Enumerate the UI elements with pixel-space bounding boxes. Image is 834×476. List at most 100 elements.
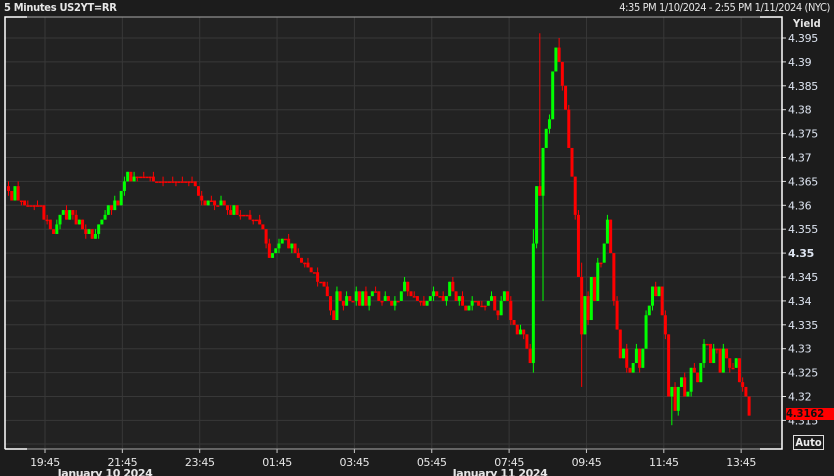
candle-up <box>702 343 706 364</box>
candle-up <box>531 243 535 364</box>
y-tick-label: 4.33 <box>788 343 812 356</box>
candle-down <box>515 324 519 335</box>
candle-down <box>242 214 246 217</box>
candle-down <box>10 190 14 201</box>
candle-down <box>35 205 39 207</box>
x-tick-label: 05:45 <box>417 456 447 469</box>
candle-down <box>84 229 88 234</box>
candle-down <box>625 348 629 368</box>
y-tick-label: 4.335 <box>788 319 818 332</box>
candle-down <box>412 296 416 298</box>
candle-down <box>512 320 516 325</box>
y-axis-label: Yield <box>793 17 821 30</box>
candle-down <box>731 367 735 370</box>
candle-up <box>345 296 349 306</box>
candle-down <box>506 291 510 301</box>
x-tick-label: 19:45 <box>30 456 60 469</box>
candle-down <box>718 348 722 373</box>
candle-up <box>554 47 558 72</box>
candle-down <box>216 205 220 207</box>
y-tick-label: 4.35 <box>788 247 814 260</box>
candle-down <box>570 147 574 177</box>
candle-down <box>573 176 577 215</box>
candle-down <box>496 310 500 316</box>
candle-down <box>728 358 732 368</box>
candle-down <box>683 377 687 397</box>
candle-down <box>741 382 745 387</box>
candle-down <box>180 181 184 183</box>
auto-scale-button[interactable]: Auto <box>793 435 824 450</box>
candle-down <box>312 272 316 274</box>
x-tick-label: 09:45 <box>572 456 602 469</box>
candle-down <box>705 343 709 346</box>
candle-down <box>74 214 78 225</box>
candle-up <box>274 248 278 254</box>
candle-down <box>477 300 481 306</box>
candle-up <box>103 214 107 220</box>
candle-down <box>593 277 597 301</box>
candle-down <box>319 281 323 284</box>
candle-down <box>139 176 143 179</box>
candle-down <box>673 386 677 411</box>
candle-down <box>225 205 229 211</box>
candle-down <box>142 176 146 179</box>
candle-down <box>158 181 162 183</box>
candle-up <box>93 233 97 239</box>
candle-down <box>200 195 204 201</box>
candle-down <box>464 305 468 311</box>
candle-down <box>351 300 355 303</box>
candle-up <box>541 147 545 196</box>
candle-up <box>644 315 648 349</box>
candle-up <box>547 119 551 129</box>
candle-down <box>341 300 345 306</box>
candle-down <box>451 281 455 292</box>
candle-down <box>293 243 297 254</box>
candle-up <box>657 286 661 297</box>
candle-up <box>87 229 91 234</box>
candle-down <box>190 181 194 183</box>
candle-up <box>432 291 436 297</box>
candle-down <box>580 277 584 335</box>
candle-down <box>576 214 580 277</box>
candle-down <box>261 224 265 230</box>
candle-down <box>522 329 526 335</box>
candle-down <box>599 262 603 265</box>
candle-down <box>419 300 423 303</box>
y-tick-label: 4.385 <box>788 80 818 93</box>
candle-down <box>364 291 368 306</box>
candle-down <box>32 205 36 207</box>
candle-up <box>126 171 130 182</box>
candle-down <box>438 296 442 298</box>
candle-down <box>396 300 400 303</box>
candle-down <box>213 200 217 206</box>
y-tick-label: 4.365 <box>788 175 818 188</box>
candle-up <box>403 281 407 292</box>
candle-down <box>329 296 332 311</box>
candle-up <box>486 300 490 306</box>
candle-down <box>184 181 188 183</box>
candle-up <box>100 219 104 225</box>
y-tick-label: 4.325 <box>788 367 818 380</box>
y-tick-label: 4.39 <box>788 56 812 69</box>
candlestick-chart[interactable]: 4.395 4.39 4.385 4.38 4.375 4.37 4.365 4.36 4.35… <box>0 0 834 476</box>
candle-up <box>647 305 651 316</box>
candle-down <box>386 296 390 301</box>
candle-down <box>174 181 178 183</box>
candle-up <box>97 224 101 234</box>
candle-up <box>58 214 62 225</box>
x-tick-label: 13:45 <box>726 456 756 469</box>
candle-up <box>676 386 680 411</box>
candle-up <box>206 200 210 206</box>
candle-up <box>290 243 294 249</box>
candle-down <box>309 267 313 273</box>
candle-up <box>354 291 358 301</box>
candle-down <box>586 296 590 321</box>
candle-up <box>712 348 716 364</box>
candle-down <box>473 300 477 303</box>
candle-down <box>177 181 181 183</box>
candle-down <box>209 200 213 203</box>
candle-down <box>747 396 751 416</box>
candle-down <box>390 300 394 306</box>
candle-up <box>651 286 654 306</box>
candle-down <box>151 176 155 182</box>
